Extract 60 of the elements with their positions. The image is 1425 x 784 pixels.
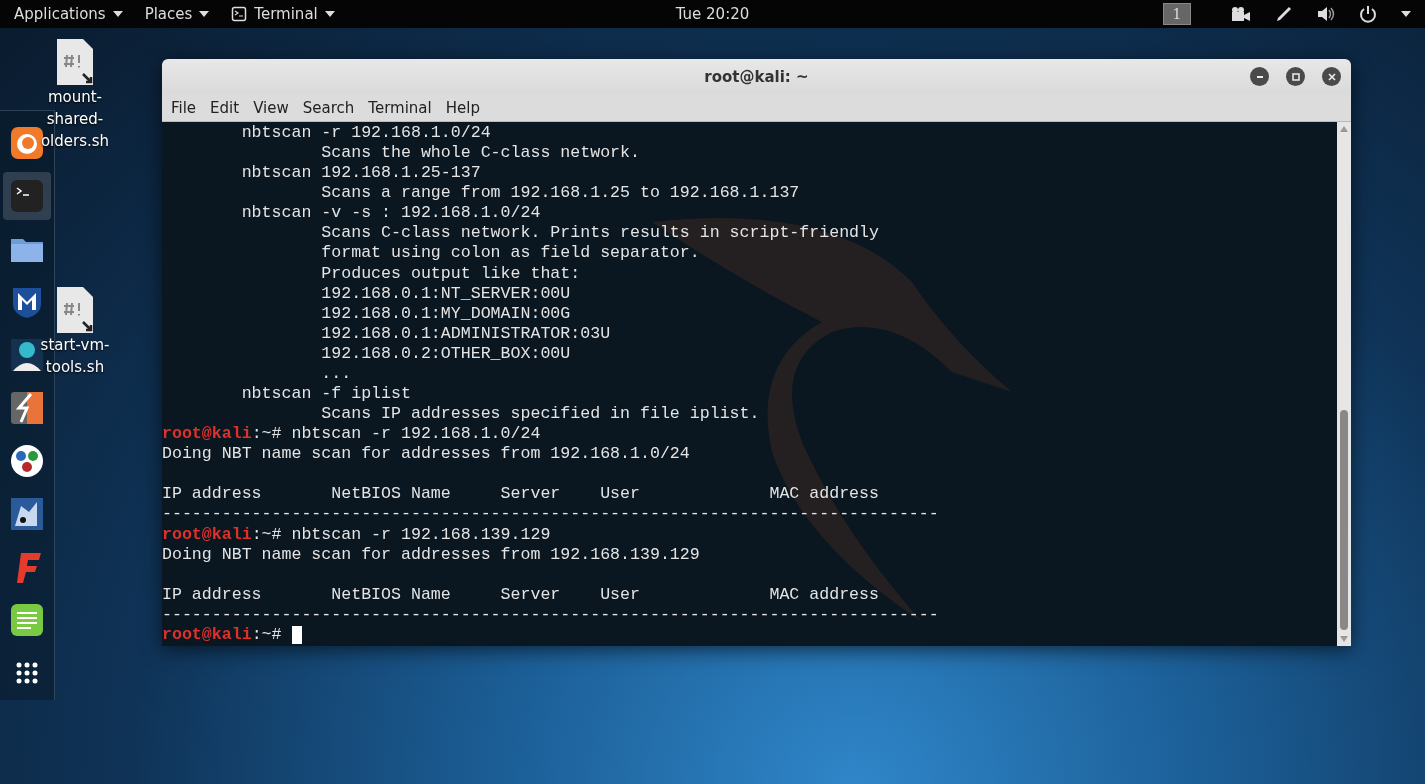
bolt-icon bbox=[9, 390, 45, 426]
prompt-line: root@kali:~# nbtscan -r 192.168.139.129 bbox=[162, 524, 551, 545]
terminal-line: Scans the whole C-class network. bbox=[320, 143, 640, 164]
desktop-icon-label[interactable]: start-vm- tools.sh bbox=[40, 334, 110, 378]
terminal-icon bbox=[9, 178, 45, 214]
maximize-button[interactable] bbox=[1286, 67, 1305, 86]
prompt-line: root@kali:~# bbox=[162, 624, 282, 646]
prompt-line: root@kali:~# nbtscan -r 192.168.1.0/24 bbox=[162, 424, 541, 445]
pen-icon bbox=[1275, 5, 1293, 23]
top-bar-menu[interactable]: Places bbox=[144, 5, 210, 23]
terminal-line: ------------------------------------------------------------------------------ bbox=[162, 604, 939, 625]
menu-item[interactable]: Help bbox=[438, 99, 487, 117]
dots-icon bbox=[9, 443, 45, 479]
power-icon bbox=[1359, 5, 1377, 23]
caret-icon bbox=[1401, 11, 1411, 17]
terminal-line: Scans IP addresses specified in file iplist. bbox=[320, 404, 760, 425]
menu-item[interactable]: File bbox=[164, 99, 204, 117]
caret-icon bbox=[112, 11, 123, 17]
menu-item[interactable]: Terminal bbox=[361, 99, 439, 117]
clock[interactable]: Tue 20:20 bbox=[675, 5, 750, 23]
volume-icon bbox=[1317, 6, 1335, 22]
terminal-line: nbtscan -v -s : 192.168.1.0/24 bbox=[240, 203, 541, 224]
video-camera-icon bbox=[1231, 6, 1251, 22]
top-bar-menu[interactable]: Terminal bbox=[231, 5, 335, 23]
terminal-line: Scans C-class network. Prints results in script-friendly bbox=[320, 223, 879, 244]
notes-icon bbox=[9, 602, 45, 638]
window-title: root@kali: ~ bbox=[704, 68, 809, 86]
menu-item[interactable]: Search bbox=[295, 99, 362, 117]
terminal-line: nbtscan 192.168.1.25-137 bbox=[240, 163, 481, 184]
wolf-icon bbox=[9, 496, 45, 532]
caret-icon bbox=[324, 11, 335, 17]
top-bar-menu[interactable]: Applications bbox=[14, 5, 123, 23]
terminal-icon bbox=[231, 6, 248, 22]
close-icon bbox=[1326, 71, 1337, 82]
terminal-line: Doing NBT name scan for addresses from 192.168.139.129 bbox=[162, 544, 700, 565]
terminal-line: Scans a range from 192.168.1.25 to 192.168.1.137 bbox=[320, 183, 800, 204]
minimize-button[interactable] bbox=[1250, 67, 1269, 86]
terminal-line: Produces output like that: bbox=[320, 263, 581, 284]
terminal-line: nbtscan -r 192.168.1.0/24 bbox=[240, 123, 491, 144]
terminal-line: 192.168.0.1:ADMINISTRATOR:03U bbox=[320, 323, 611, 344]
terminal-line: Doing NBT name scan for addresses from 192.168.1.0/24 bbox=[162, 444, 690, 465]
workspace-indicator[interactable]: 1 bbox=[1163, 3, 1191, 25]
scrollbar[interactable] bbox=[1337, 122, 1351, 646]
terminal-line: nbtscan -f iplist bbox=[240, 384, 411, 405]
terminal-line: IP address NetBIOS Name Server User MAC address bbox=[162, 584, 879, 605]
menu-item[interactable]: Edit bbox=[203, 99, 247, 117]
terminal-line: format using colon as field separator. bbox=[320, 243, 700, 264]
maximize-icon bbox=[1290, 71, 1301, 82]
script-file-icon[interactable] bbox=[55, 286, 95, 334]
close-button[interactable] bbox=[1322, 67, 1341, 86]
terminal-line: 192.168.0.1:MY_DOMAIN:00G bbox=[320, 303, 571, 324]
menu-item[interactable]: View bbox=[246, 99, 296, 117]
terminal-line: 192.168.0.2:OTHER_BOX:00U bbox=[320, 343, 571, 364]
terminal-line: 192.168.0.1:NT_SERVER:00U bbox=[320, 283, 571, 304]
scrollbar-thumb[interactable] bbox=[1340, 410, 1348, 630]
terminal-line: ------------------------------------------------------------------------------ bbox=[162, 504, 939, 525]
caret-icon bbox=[199, 11, 210, 17]
terminal-line: IP address NetBIOS Name Server User MAC address bbox=[162, 484, 879, 505]
script-file-icon[interactable] bbox=[55, 38, 95, 86]
terminal-line: ... bbox=[320, 363, 352, 384]
